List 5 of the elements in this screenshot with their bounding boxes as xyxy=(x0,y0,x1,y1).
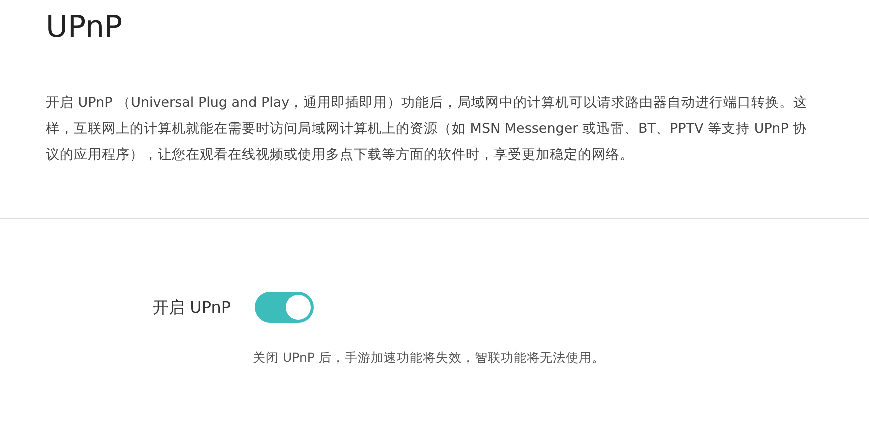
page-title: UPnP xyxy=(46,9,124,47)
description-paragraph: 开启 UPnP （Universal Plug and Play，通用即插即用）功能后，局域网中的计算机可以请求路由器自动进行端口转换。这样，互联网上的计算机就能在需要时访问局域网计算机上的资源（如 MSN Messenger 或迅雷、BT、PPTV 等支持 UPnP 协议的应用程序），让您在观看在线视频或使用多点下载等方面的软件时，享受更加稳定的网络。 xyxy=(46,94,809,165)
setting-label: 开启 UPnP xyxy=(152,296,231,318)
hint-text: 关闭 UPnP 后，手游加速功能将失效，智联功能将无法使用。 xyxy=(253,349,606,367)
toggle-switch[interactable] xyxy=(255,292,314,323)
